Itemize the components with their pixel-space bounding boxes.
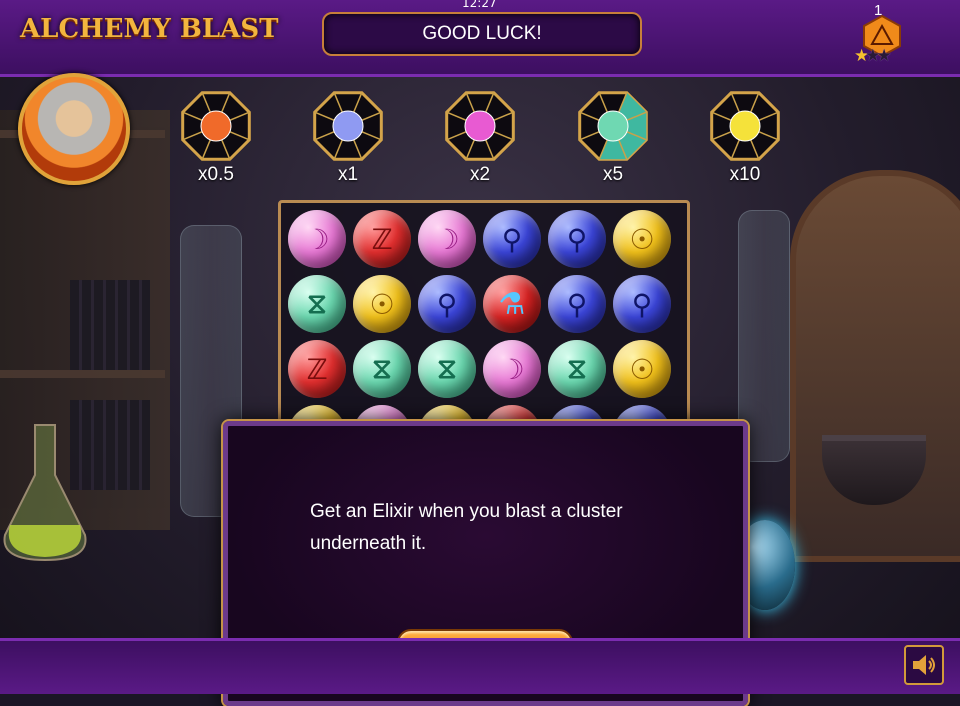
multiplier-4: x10 bbox=[705, 86, 785, 186]
dialog-text: Get an Elixir when you blast a cluster u… bbox=[310, 501, 623, 554]
yellow-gem[interactable]: ☉ bbox=[353, 275, 411, 333]
pink-gem[interactable]: ☽ bbox=[418, 210, 476, 268]
message-box: GOOD LUCK! bbox=[322, 12, 642, 56]
star-icon: ★ bbox=[876, 46, 892, 66]
game-board: ☽ℤ☽⚲⚲☉⧖☉⚲⚗⚲⚲ℤ⧖⧖☽⧖☉☉☽☉ℤ⚲⚲ bbox=[278, 200, 690, 446]
pink-gem[interactable]: ☽ bbox=[288, 210, 346, 268]
elixir-gem[interactable]: ⚗ bbox=[483, 275, 541, 333]
multiplier-label: x5 bbox=[602, 164, 624, 185]
blue-gem[interactable]: ⚲ bbox=[483, 210, 541, 268]
multiplier-meter-icon bbox=[181, 91, 251, 161]
yellow-gem[interactable]: ☉ bbox=[613, 340, 671, 398]
multiplier-label: x10 bbox=[729, 164, 761, 185]
message-text: GOOD LUCK! bbox=[422, 23, 542, 44]
red-gem[interactable]: ℤ bbox=[353, 210, 411, 268]
blue-gem[interactable]: ⚲ bbox=[548, 210, 606, 268]
blue-gem[interactable]: ⚲ bbox=[418, 275, 476, 333]
multiplier-3: x5 bbox=[573, 86, 653, 186]
speaker-icon bbox=[913, 655, 935, 675]
level-number: 1 bbox=[874, 2, 883, 19]
pink-gem[interactable]: ☽ bbox=[483, 340, 541, 398]
star-icon: ★ bbox=[854, 46, 869, 66]
yellow-gem[interactable]: ☉ bbox=[613, 210, 671, 268]
multiplier-meter-icon bbox=[578, 91, 648, 161]
green-gem[interactable]: ⧖ bbox=[353, 340, 411, 398]
blue-gem[interactable]: ⚲ bbox=[613, 275, 671, 333]
star-icon: ★ bbox=[865, 46, 880, 66]
multiplier-2: x2 bbox=[440, 86, 520, 186]
game-logo: ALCHEMY BLAST bbox=[20, 14, 279, 44]
sound-button[interactable] bbox=[904, 645, 944, 685]
multiplier-label: x0.5 bbox=[198, 164, 234, 185]
multiplier-label: x1 bbox=[337, 164, 359, 185]
bottom-bar bbox=[0, 638, 960, 694]
books bbox=[70, 280, 150, 370]
multiplier-meter-icon bbox=[710, 91, 780, 161]
green-gem[interactable]: ⧖ bbox=[418, 340, 476, 398]
blue-gem[interactable]: ⚲ bbox=[548, 275, 606, 333]
level-stars: ★★★ bbox=[854, 46, 892, 66]
clock: 12:27 bbox=[462, 0, 497, 10]
multiplier-meter-icon bbox=[313, 91, 383, 161]
character-avatar bbox=[18, 73, 130, 185]
red-gem[interactable]: ℤ bbox=[288, 340, 346, 398]
multiplier-meter-icon bbox=[445, 91, 515, 161]
green-gem[interactable]: ⧖ bbox=[548, 340, 606, 398]
multiplier-label: x2 bbox=[469, 164, 491, 185]
green-flask bbox=[3, 424, 87, 562]
green-gem[interactable]: ⧖ bbox=[288, 275, 346, 333]
multiplier-0: x0.5 bbox=[176, 86, 256, 186]
multiplier-1: x1 bbox=[308, 86, 388, 186]
